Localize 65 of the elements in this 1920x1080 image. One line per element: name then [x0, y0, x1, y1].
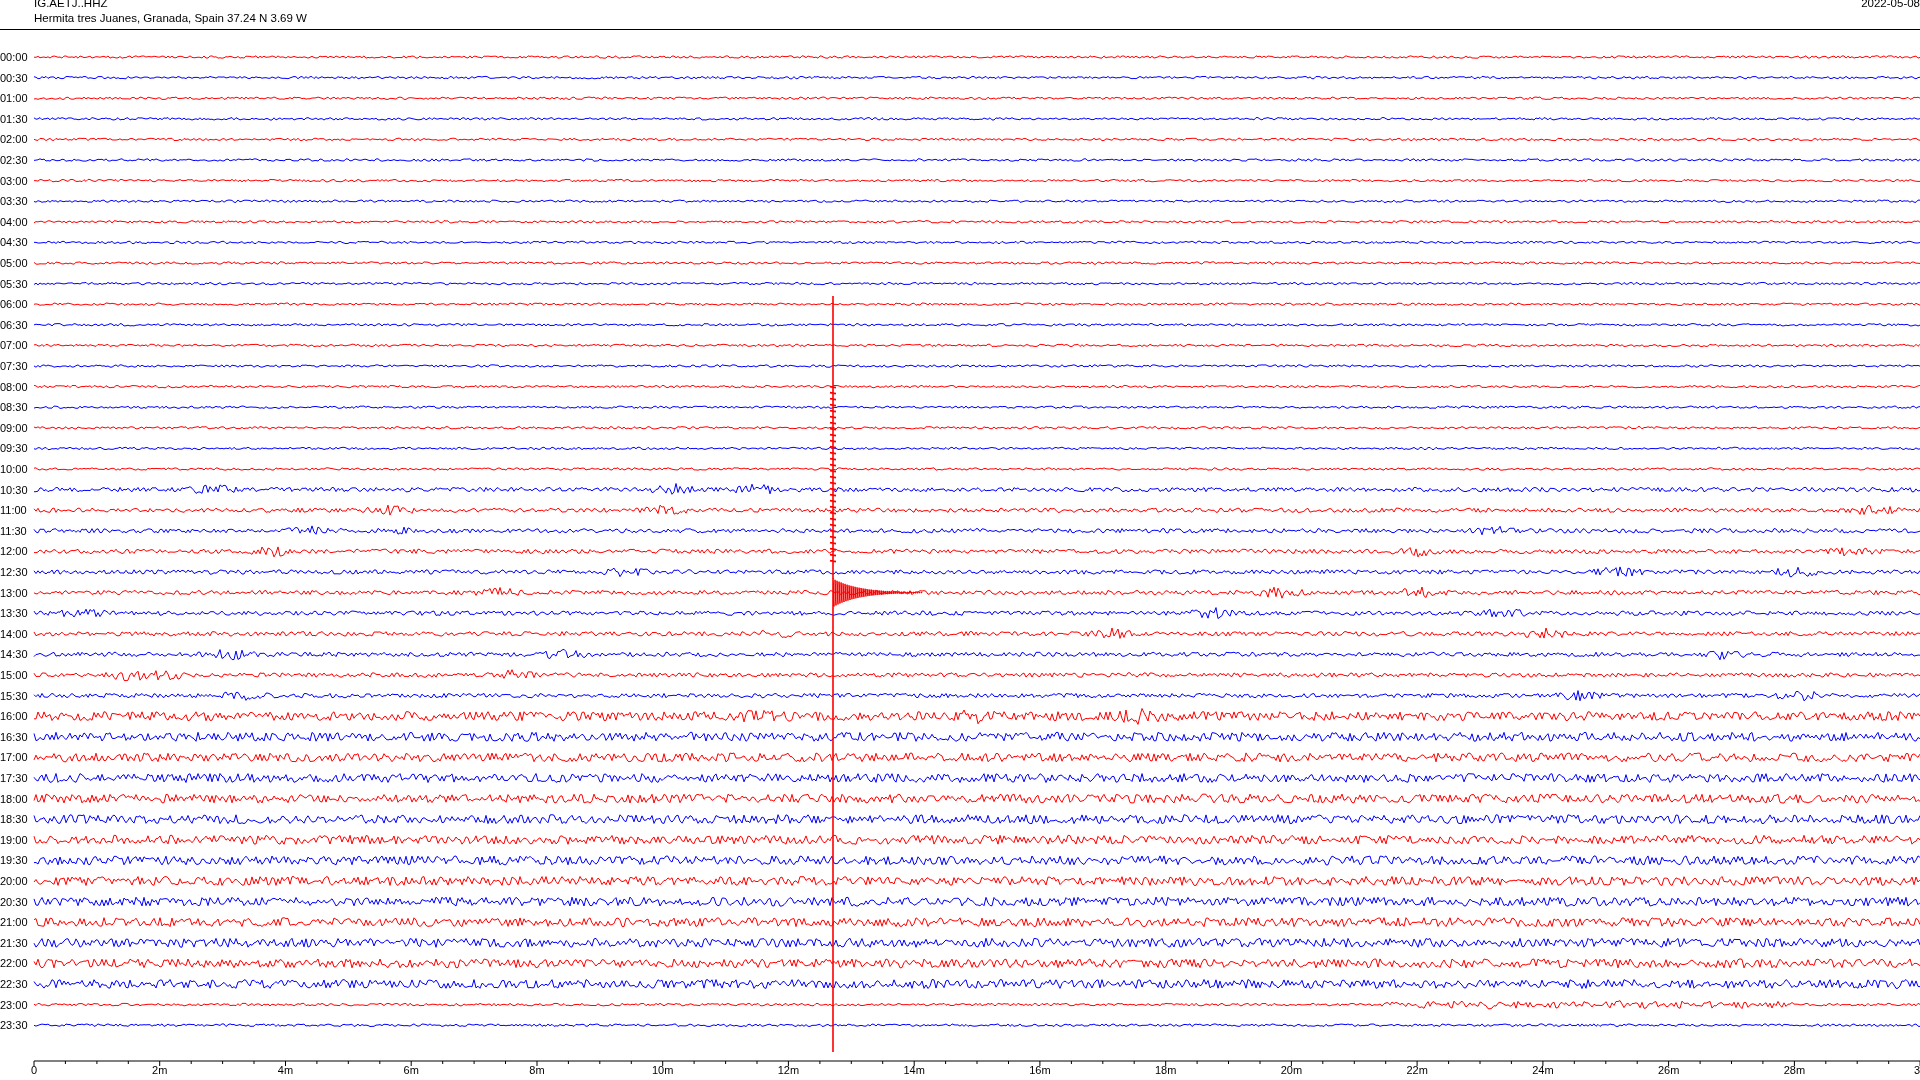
time-label: 20:00: [0, 875, 28, 887]
time-label: 00:00: [0, 51, 28, 63]
time-label: 15:00: [0, 669, 28, 681]
time-label: 05:00: [0, 257, 28, 269]
time-label: 08:30: [0, 401, 28, 414]
axis-tick-label: 26m: [1657, 1064, 1680, 1076]
time-label: 17:30: [0, 772, 28, 784]
time-label: 09:00: [0, 421, 28, 434]
time-label: 18:00: [0, 792, 28, 805]
axis-tick-label: 20m: [1280, 1064, 1303, 1076]
time-label: 07:30: [0, 360, 28, 372]
axis-tick-label: 12m: [777, 1064, 800, 1076]
time-label: 06:00: [0, 298, 28, 311]
axis-tick-label: 6m: [403, 1064, 419, 1076]
time-label: 01:30: [0, 112, 28, 125]
time-label: 18:30: [0, 813, 28, 826]
axis-tick-label: 22m: [1406, 1064, 1428, 1076]
time-label: 08:00: [0, 380, 28, 393]
axis-tick-label: 16m: [1029, 1064, 1051, 1076]
time-label: 19:30: [0, 854, 28, 867]
time-label: 16:30: [0, 730, 28, 743]
time-label: 13:30: [0, 607, 28, 620]
time-label: 03:30: [0, 195, 28, 208]
time-label: 12:00: [0, 545, 28, 558]
time-label: 21:30: [0, 936, 28, 949]
time-label: 04:00: [0, 215, 28, 228]
time-label: 01:00: [0, 92, 28, 105]
time-label: 13:00: [0, 586, 28, 599]
time-label: 15:30: [0, 689, 28, 702]
axis-tick-label: 10m: [652, 1064, 674, 1076]
time-label: 10:30: [0, 483, 28, 496]
axis-tick-label: 18m: [1154, 1064, 1177, 1076]
time-label: 12:30: [0, 566, 28, 578]
time-label: 14:30: [0, 648, 28, 661]
time-label: 23:30: [0, 1019, 28, 1032]
time-label: 14:00: [0, 627, 28, 640]
time-label: 04:30: [0, 236, 28, 249]
axis-tick-label: 28m: [1783, 1064, 1806, 1076]
time-label: 11:00: [0, 504, 27, 517]
time-label: 09:30: [0, 442, 28, 455]
axis-tick-label: 4m: [277, 1064, 294, 1076]
time-label: 02:00: [0, 133, 28, 146]
station-location: Hermita tres Juanes, Granada, Spain 37.24 N 3.69 W: [34, 11, 307, 26]
time-label: 07:00: [0, 339, 28, 352]
axis-tick-label: 2m: [152, 1064, 168, 1076]
time-label: 16:00: [0, 710, 28, 723]
axis-tick-label: 0: [30, 1064, 38, 1076]
axis-tick-label: 3: [1913, 1064, 1920, 1076]
time-label: 03:00: [0, 174, 28, 187]
time-label: 22:30: [0, 978, 28, 990]
time-label: 10:00: [0, 463, 28, 475]
axis-tick-label: 8m: [529, 1064, 545, 1076]
time-label: 23:00: [0, 998, 28, 1011]
time-label: 21:00: [0, 916, 28, 929]
time-label: 17:00: [0, 751, 28, 764]
time-label: 22:00: [0, 957, 28, 970]
time-label: 11:30: [0, 524, 27, 537]
time-label: 05:30: [0, 277, 28, 290]
time-label: 06:30: [0, 318, 28, 331]
time-label: 19:00: [0, 833, 28, 846]
axis-tick-label: 14m: [903, 1064, 925, 1076]
time-label: 02:30: [0, 154, 28, 166]
time-label: 00:30: [0, 71, 28, 84]
time-label: 20:30: [0, 895, 28, 908]
axis-tick-label: 24m: [1532, 1064, 1554, 1076]
